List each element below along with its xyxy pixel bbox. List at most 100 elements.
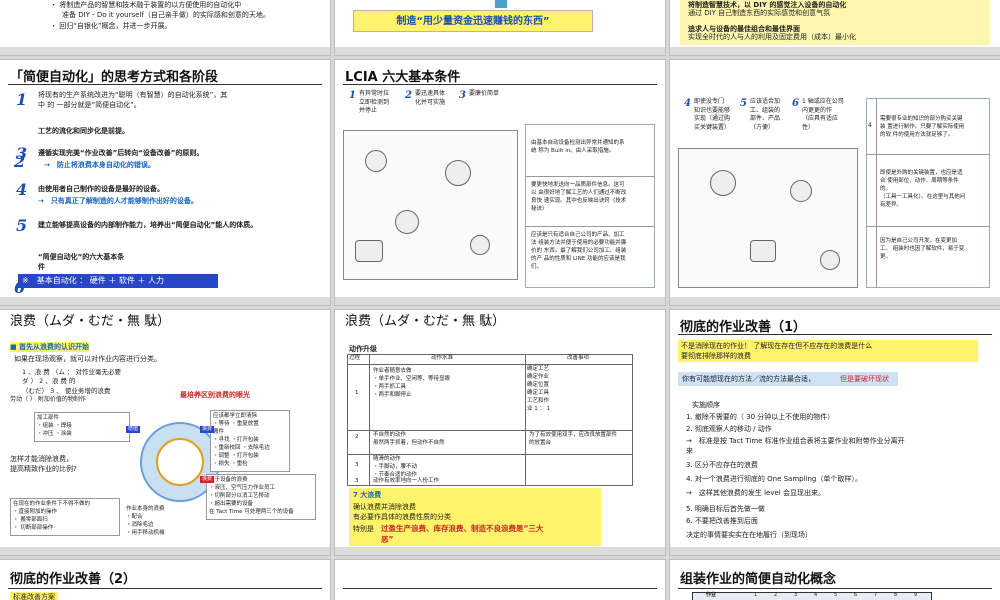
paragraph: → 防止将浪费本身自动化的错误。: [44, 161, 155, 169]
slide-top-left: ・ 将制造产品的智慧和技术融于装置的以方便使用的自动化中 准备 DIY - Do…: [0, 0, 330, 55]
table-header: 作业: [706, 592, 717, 598]
slide-footer-bar: [670, 297, 1000, 305]
section-heading: 动作升级: [349, 345, 377, 353]
text-line: 实现全时代的人与人的利用及固定费用（成本）最小化: [688, 33, 856, 41]
condition-label: 1 轴或应在公司 内更更的作 （应具有适应 性）: [802, 98, 844, 132]
slide-muda-awareness: 浪费（ムダ・むだ・無 駄） ■ 首先从浪费的认识开始 如果在现场观察，就可以对作…: [0, 310, 330, 555]
paragraph: 1 、浪 费 （ム ： 对作业毫无必要 ダ ） 2 、浪 费 的 （むだ） 3 …: [22, 368, 121, 395]
table-header: 3: [794, 592, 798, 598]
box-text: 最于设备的浪费 ・液压、空气压力作业员工 ・切削部分以消工艺移动 ・超出需要的设…: [206, 474, 316, 520]
table-header: 2: [774, 592, 778, 598]
step: → 标准是按 Tact Time 标准作业组合表将主要作业和附带作业分离开 来: [686, 437, 905, 456]
slide-work-improvement-1: 彻底的作业改善（1） 不是消除现在的作业！ 了解现在存在但不应存在的浪费是什么 …: [670, 310, 1000, 555]
condition-description: 应该是只有适合自己公司的产品、加工 法 组装方法并便于使用的必要功能并廉 价的 …: [531, 232, 627, 270]
table-cell: 随滑的动作 ・手脚动，腰不动 ・节奏合适的动作: [373, 456, 418, 478]
text-line: ・ 将制造产品的智慧和技术融于装置的以方便使用的自动化中: [50, 1, 242, 9]
slide-footer-bar: [0, 297, 330, 305]
slide-footer-bar: [670, 547, 1000, 555]
condition-number: 6: [792, 98, 799, 109]
step: 5. 明确目标后首先做一做: [686, 505, 765, 513]
table-cell: 3: [355, 478, 359, 484]
condition-description: 要更快地发送向一品质部件信息。这可 以 由很好地了解工艺的人们通过不断改 良快 …: [531, 182, 627, 212]
slide-title: 浪费（ムダ・むだ・無 駄）: [345, 314, 506, 329]
step: 2. 彻底观察人的移动 / 动作: [686, 425, 772, 433]
step-number: 4: [16, 180, 28, 199]
box-text: 加工部件 ・组装 ・焊接 ・冲压 ・涂装: [34, 412, 130, 442]
tag: 标准改善方案: [10, 592, 58, 600]
condition-label: 有异常时拉 立即检测到 并停止: [359, 90, 390, 115]
condition-label: 要迅速具体 化并可实施: [415, 90, 446, 106]
table-header: 9: [914, 592, 918, 598]
box-text: 作业本身的浪费 ・配合 ・消除毛边 ・用手移动机械: [126, 506, 165, 536]
paragraph: 工艺的流化和同步化是前提。: [38, 127, 129, 135]
text-line: 通过 DIY 自己制造东西的实际感觉和创意气氛: [688, 9, 831, 17]
slide-footer-bar: [0, 47, 330, 55]
slide-title: LCIA 六大基本条件: [345, 70, 461, 85]
table-header: 7: [874, 592, 878, 598]
slide-title: 「简便自动化」的思考方式和各阶段: [10, 70, 219, 85]
table-header: 动作水准: [431, 355, 454, 361]
table-header: 1: [754, 592, 758, 598]
condition-description: 即使是外购的关键装置，也应是适 合 使用部位、动作、周期等条件 的。 （工具一工…: [880, 170, 966, 208]
condition-number: 3: [459, 90, 466, 101]
slide-top-center: 制造“用少量资金迅速赚钱的东西”: [335, 0, 665, 55]
condition-description: 因为是自己公司开发，在变更加 工、 组装时也因了解软件，易于变 更。: [880, 238, 965, 260]
paragraph: 确认浪费并消除浪费 有必要作具体的浪费性质的分类: [353, 503, 451, 522]
slide-footer-bar: [335, 547, 665, 555]
table-cell: 3: [355, 462, 359, 468]
slide-lcia-stages: 「简便自动化」的思考方式和各阶段 1 将现有的生产系统改进为“聪明（有智慧）的自…: [0, 60, 330, 305]
condition-description: 需要很专业的知识的部分购买关键 装 置进行制作。只要了解实际使用 的软 件的使用…: [880, 116, 965, 138]
slide-lcia-conditions-b: 4 即使没专门 知识也要能够 实现（通过购 买关键装置） 5 应该适合加 工、组…: [670, 60, 1000, 305]
paragraph: 将现有的生产系统改进为“聪明（有智慧）的自动化系统”，其 中 的 一部分就是“简…: [38, 91, 228, 110]
table-cell: 不自然的动作 虽然两手抓着，但动作不自然: [373, 432, 445, 446]
step: 3. 区分不应存在的浪费: [686, 461, 758, 469]
cell-number: 4: [868, 122, 872, 129]
step: 决定的事情要实实在在地履行（到现场）: [686, 531, 812, 539]
question: 怎样才能消除浪费， 提高精致作业的比例?: [10, 455, 77, 474]
slide-lcia-conditions-a: LCIA 六大基本条件 1 有异常时拉 立即检测到 并停止 2 要迅速具体 化并…: [335, 60, 665, 305]
slide-footer-bar: [335, 47, 665, 55]
tag: 浪费: [200, 476, 215, 484]
paragraph: → 只有真正了解制造的人才能够制作出好的设备。: [38, 197, 198, 205]
paragraph: “简便自动化”的六大基本条 件: [38, 253, 125, 272]
paragraph: 如果在现场观察，就可以对作业内容进行分类。: [14, 355, 161, 363]
slide-blank: [335, 560, 665, 600]
slide-work-improvement-2: 彻底的作业改善（2） 标准改善方案: [0, 560, 330, 600]
step: 1. 撤除不需要的（ 30 分钟以上不使用的物件）: [686, 413, 835, 421]
paragraph: 由使用者自己制作的设备是最好的设备。: [38, 185, 164, 193]
table-cell: 为了有效使用双手，应改良放置部件 的放置台: [529, 432, 618, 446]
slide-footer-bar: [335, 297, 665, 305]
step: 实施顺序: [692, 401, 720, 409]
paragraph: 劳动（ ） 附加价值的物制作: [10, 396, 86, 403]
table-cell: 1: [355, 390, 359, 396]
slide-title: 组装作业的简便自动化概念: [680, 572, 837, 587]
table-header: 过程: [349, 355, 361, 361]
table-header: 4: [814, 592, 818, 598]
condition-label: 即使没专门 知识也要能够 实现（通过购 买关键装置）: [694, 98, 731, 132]
condition-description: 由基本自动设备检测出异常并通知的系 统 称为 Built in。由人采取措施。: [531, 140, 625, 154]
box-text: 在现在的作业条件下不得不做的 ・直接附加的操作 ・ 搬零部面扫 ・ 切断部部操作: [10, 498, 120, 536]
condition-label: 要廉价简单: [469, 90, 500, 97]
condition-number: 1: [349, 90, 356, 101]
table-header: 8: [894, 592, 898, 598]
paragraph: 不是消除现在的作业！ 了解现在存在但不应存在的浪费是什么 要彻底排除那样的浪费: [678, 340, 978, 363]
paragraph: 但是要破坏现状: [840, 375, 889, 383]
step: → 这样其他浪费的发生 level 会显现出来。: [686, 489, 825, 497]
table-header: 6: [854, 592, 858, 598]
slide-assembly-automation: 组装作业的简便自动化概念 作业 1 2 3 4 5 6 7 8 9: [670, 560, 1000, 600]
section-heading: ■ 首先从浪费的认识开始: [10, 342, 90, 353]
step: 6. 不要把改善推到后面: [686, 517, 758, 525]
tag: 增值: [126, 426, 141, 434]
tag: 浪费: [200, 426, 215, 434]
slide-title: 彻底的作业改善（1）: [680, 320, 807, 335]
slide-title: 浪费（ムダ・むだ・無 駄）: [10, 314, 171, 329]
step: 4. 对一个浪费进行彻底的 One Sampling（单个取样）。: [686, 475, 862, 483]
table-header: 5: [834, 592, 838, 598]
table-cell: 动作有效率地向一人份工作: [373, 478, 440, 484]
paragraph: 你有可能想现在的方法／流的方法最合适，: [682, 375, 815, 383]
slide-motion-levels: 浪费（ムダ・むだ・無 駄） 动作升级 过程 动作水准 改善事项 1 作业者随意去…: [335, 310, 665, 555]
paragraph: 过盈生产浪费、库存浪费、制造不良浪费是“三大 恶”: [381, 524, 544, 544]
slide-top-right: 将制造智慧技术，以 DIY 的感觉注入设备的自动化 通过 DIY 自己制造东西的…: [670, 0, 1000, 55]
text-line: 准备 DIY - Do it yourself（自己亲手做）的实际感和创意的天地…: [62, 11, 270, 19]
table-cell: 2: [355, 434, 359, 440]
